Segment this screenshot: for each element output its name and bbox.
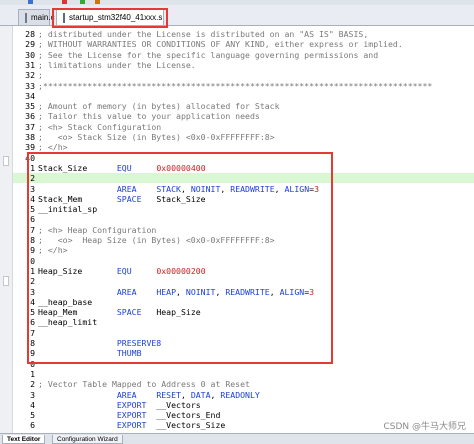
close-icon[interactable] (28, 0, 33, 4)
code-text: EXPORT __Vectors (116, 399, 201, 410)
code-line[interactable]: 29; WITHOUT WARRANTIES OR CONDITIONS OF … (13, 39, 474, 49)
code-line[interactable]: 34 (13, 91, 474, 101)
code-line[interactable]: 37; <h> Stack Configuration (13, 122, 474, 132)
code-text: EXPORT __Vectors_Size (116, 420, 226, 431)
code-text: ;***************************************… (38, 80, 433, 91)
code-text: ; See the License for the specific langu… (38, 49, 379, 60)
code-line[interactable]: 33 ;*************************************… (13, 81, 474, 91)
line-number: 35 (25, 101, 35, 112)
fold-marker[interactable] (3, 276, 9, 286)
code-text: ; WITHOUT WARRANTIES OR CONDITIONS OF AN… (38, 39, 403, 50)
code-line[interactable]: 1 (13, 369, 474, 379)
code-text: ; (38, 70, 43, 81)
line-number: 4 (30, 399, 35, 410)
editor-tab-bar: main.c startup_stm32f40_41xxx.s (0, 5, 474, 28)
code-text: ; </h> (38, 142, 68, 153)
code-text: ; <o> Stack Size (in Bytes) <0x0-0xFFFFF… (38, 132, 275, 142)
code-text: AREA RESET, DATA, READONLY (116, 389, 260, 400)
watermark: CSDN @牛马大师兄 (383, 422, 466, 432)
download-icon[interactable] (95, 0, 100, 4)
code-line[interactable]: 30; See the License for the specific lan… (13, 50, 474, 60)
code-text: EXPORT __Vectors_End (116, 410, 221, 421)
code-line[interactable]: 28; distributed under the License is dis… (13, 29, 474, 39)
line-number: 5 (30, 410, 35, 421)
code-line[interactable]: 31; limitations under the License. (13, 60, 474, 70)
line-number: 30 (25, 49, 35, 60)
code-text: ; limitations under the License. (38, 59, 196, 70)
line-number: 29 (25, 39, 35, 50)
fold-marker[interactable] (3, 156, 9, 166)
line-number: 6 (30, 420, 35, 431)
line-number: 2 (30, 379, 35, 390)
line-number: 34 (25, 90, 35, 101)
line-number: 38 (25, 132, 35, 142)
code-line[interactable]: 39; </h> (13, 142, 474, 152)
line-number: 37 (25, 121, 35, 132)
build-icon[interactable] (80, 0, 85, 4)
code-line[interactable]: 32; (13, 70, 474, 80)
line-number: 31 (25, 59, 35, 70)
code-line[interactable]: 35; Amount of memory (in bytes) allocate… (13, 101, 474, 111)
code-text: ; distributed under the License is distr… (38, 29, 369, 39)
file-icon (25, 12, 27, 23)
code-text: ; Vector Table Mapped to Address 0 at Re… (38, 379, 250, 390)
bottom-tab-bar: Text Editor Configuration Wizard (0, 433, 474, 444)
code-line[interactable]: 38; <o> Stack Size (in Bytes) <0x0-0xFFF… (13, 132, 474, 142)
code-text: ; Tailor this value to your application … (38, 111, 260, 122)
line-number: 39 (25, 142, 35, 153)
code-text: ; Amount of memory (in bytes) allocated … (38, 101, 280, 112)
editor-gutter (0, 26, 13, 433)
code-line[interactable]: 2; Vector Table Mapped to Address 0 at R… (13, 379, 474, 389)
tab-highlight-box (52, 8, 168, 28)
line-number: 1 (30, 368, 35, 379)
code-line[interactable]: 36; Tailor this value to your applicatio… (13, 111, 474, 121)
code-highlight-box (27, 152, 333, 364)
tab-main-c[interactable]: main.c (18, 9, 55, 25)
line-number: 28 (25, 29, 35, 39)
code-text: ; <h> Stack Configuration (38, 121, 162, 132)
line-number: 3 (30, 389, 35, 400)
line-number: 33 (25, 80, 35, 91)
code-line[interactable]: 4 EXPORT __Vectors (13, 400, 474, 410)
line-number: 36 (25, 111, 35, 122)
line-number: 32 (25, 70, 35, 81)
save-icon[interactable] (62, 0, 67, 4)
code-line[interactable]: 3 AREA RESET, DATA, READONLY (13, 390, 474, 400)
